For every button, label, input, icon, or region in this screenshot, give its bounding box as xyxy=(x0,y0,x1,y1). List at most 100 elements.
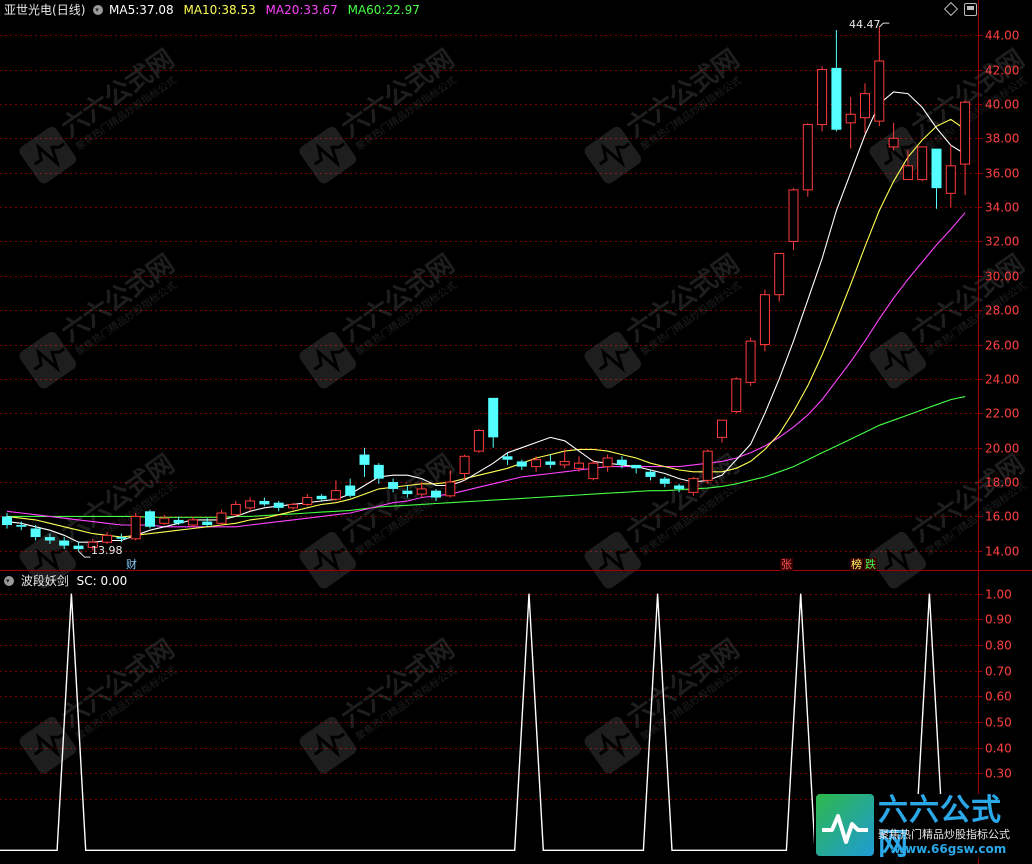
candle-body xyxy=(359,454,370,465)
price-tick-label: 14.00 xyxy=(985,545,1019,559)
candle-body xyxy=(59,540,70,546)
candle-body xyxy=(288,503,298,509)
candle-body xyxy=(559,460,570,466)
candle-body xyxy=(145,511,155,527)
stock-chart[interactable]: 六六公式网聚焦热门精品炒股指标公式 六六公式网聚焦热门精品炒股指标公式 六六公式网聚… xyxy=(0,0,1032,864)
candle-down[interactable] xyxy=(931,148,942,209)
indicator-tick-label: 0.80 xyxy=(985,639,1012,653)
candle-up[interactable] xyxy=(917,146,928,182)
candle-down[interactable] xyxy=(502,452,513,465)
candle-body xyxy=(817,69,828,126)
marker-die[interactable]: 跌 xyxy=(864,558,877,571)
candle-up[interactable] xyxy=(459,454,470,481)
price-tick-label: 16.00 xyxy=(985,510,1019,524)
candle-down[interactable] xyxy=(273,500,284,512)
candle-down[interactable] xyxy=(631,464,642,474)
price-tick-label: 22.00 xyxy=(985,407,1019,421)
candle-body xyxy=(473,430,484,452)
candle-body xyxy=(888,137,899,148)
candle-up[interactable] xyxy=(745,337,756,386)
indicator-value: SC: 0.00 xyxy=(76,574,128,588)
watermark-tile: 六六公式网聚焦热门精品炒股指标公式 xyxy=(584,634,745,774)
window-toggle-icon[interactable] xyxy=(964,3,977,16)
candle-body xyxy=(545,461,556,465)
candle-up[interactable] xyxy=(731,377,742,414)
candle-body xyxy=(230,503,241,516)
indicator-tick-label: 0.40 xyxy=(985,742,1012,756)
candle-body xyxy=(531,459,542,468)
candle-up[interactable] xyxy=(788,188,799,251)
candle-down[interactable] xyxy=(831,30,842,132)
ma-toggle-icon[interactable]: ▾ xyxy=(93,5,104,15)
candle-body xyxy=(316,495,327,500)
candle-up[interactable] xyxy=(817,66,828,132)
candle-body xyxy=(702,450,713,481)
indicator-toggle-icon[interactable]: ▾ xyxy=(4,576,14,586)
candle-up[interactable] xyxy=(245,497,256,512)
price-tick-label: 30.00 xyxy=(985,270,1019,284)
candle-up[interactable] xyxy=(302,494,313,507)
watermark-tile: 六六公式网聚焦热门精品炒股指标公式 xyxy=(299,44,460,184)
marker-zhang[interactable]: 张 xyxy=(780,558,793,571)
candle-up[interactable] xyxy=(216,509,227,526)
candle-body xyxy=(931,148,942,189)
candle-down[interactable] xyxy=(2,513,12,529)
candle-up[interactable] xyxy=(717,419,727,443)
indicator-tick-label: 1.00 xyxy=(985,588,1012,602)
candle-up[interactable] xyxy=(473,428,484,453)
candle-up[interactable] xyxy=(802,122,813,197)
candle-up[interactable] xyxy=(187,516,198,527)
ma10-label: MA10:38.53 xyxy=(183,3,256,17)
candle-body xyxy=(917,146,928,181)
price-tick-label: 20.00 xyxy=(985,442,1019,456)
candle-down[interactable] xyxy=(488,397,499,448)
candle-up[interactable] xyxy=(588,459,599,481)
candle-up[interactable] xyxy=(774,252,785,302)
candle-up[interactable] xyxy=(960,100,971,196)
candle-down[interactable] xyxy=(316,494,327,501)
candle-down[interactable] xyxy=(516,459,527,471)
logo-tagline: 聚焦热门精品炒股指标公式 xyxy=(878,828,1010,841)
candle-body xyxy=(445,481,456,497)
candle-up[interactable] xyxy=(874,27,885,127)
candle-body xyxy=(960,101,971,165)
candle-up[interactable] xyxy=(602,454,613,472)
candle-body xyxy=(717,419,727,438)
price-tick-label: 38.00 xyxy=(985,132,1019,146)
candle-body xyxy=(330,490,341,500)
price-tick-label: 40.00 xyxy=(985,98,1019,112)
candle-down[interactable] xyxy=(259,497,270,507)
candle-down[interactable] xyxy=(359,447,370,477)
candle-up[interactable] xyxy=(845,97,856,149)
candle-up[interactable] xyxy=(860,83,870,134)
candle-body xyxy=(516,461,527,467)
candle-up[interactable] xyxy=(945,145,956,208)
candle-body xyxy=(73,545,84,550)
candle-down[interactable] xyxy=(145,509,155,529)
watermark-tile: 六六公式网聚焦热门精品炒股指标公式 xyxy=(584,44,745,184)
candle-down[interactable] xyxy=(373,463,384,484)
marker-bang[interactable]: 榜 xyxy=(850,558,863,571)
logo-badge-icon xyxy=(816,794,874,856)
candle-body xyxy=(588,462,599,480)
candle-body xyxy=(459,455,470,474)
price-tick-label: 42.00 xyxy=(985,64,1019,78)
indicator-name: 波段妖剑 xyxy=(20,574,69,588)
candle-down[interactable] xyxy=(659,476,670,488)
period-label: (日线) xyxy=(52,3,86,17)
candle-up[interactable] xyxy=(702,449,713,484)
price-tick-label: 28.00 xyxy=(985,304,1019,318)
candle-up[interactable] xyxy=(759,289,770,352)
candle-body xyxy=(373,464,384,479)
candle-down[interactable] xyxy=(545,454,556,469)
candle-up[interactable] xyxy=(330,480,341,501)
candle-down[interactable] xyxy=(645,470,656,481)
candle-up[interactable] xyxy=(130,513,141,541)
candle-up[interactable] xyxy=(230,500,241,517)
candle-down[interactable] xyxy=(345,478,356,498)
ma20-label: MA20:33.67 xyxy=(265,3,338,17)
marker-cai[interactable]: 财 xyxy=(125,558,138,571)
candle-body xyxy=(645,471,656,477)
candle-body xyxy=(788,189,799,242)
brand-logo: 六六公式网 聚焦热门精品炒股指标公式 www.66gsw.com xyxy=(814,794,1026,862)
